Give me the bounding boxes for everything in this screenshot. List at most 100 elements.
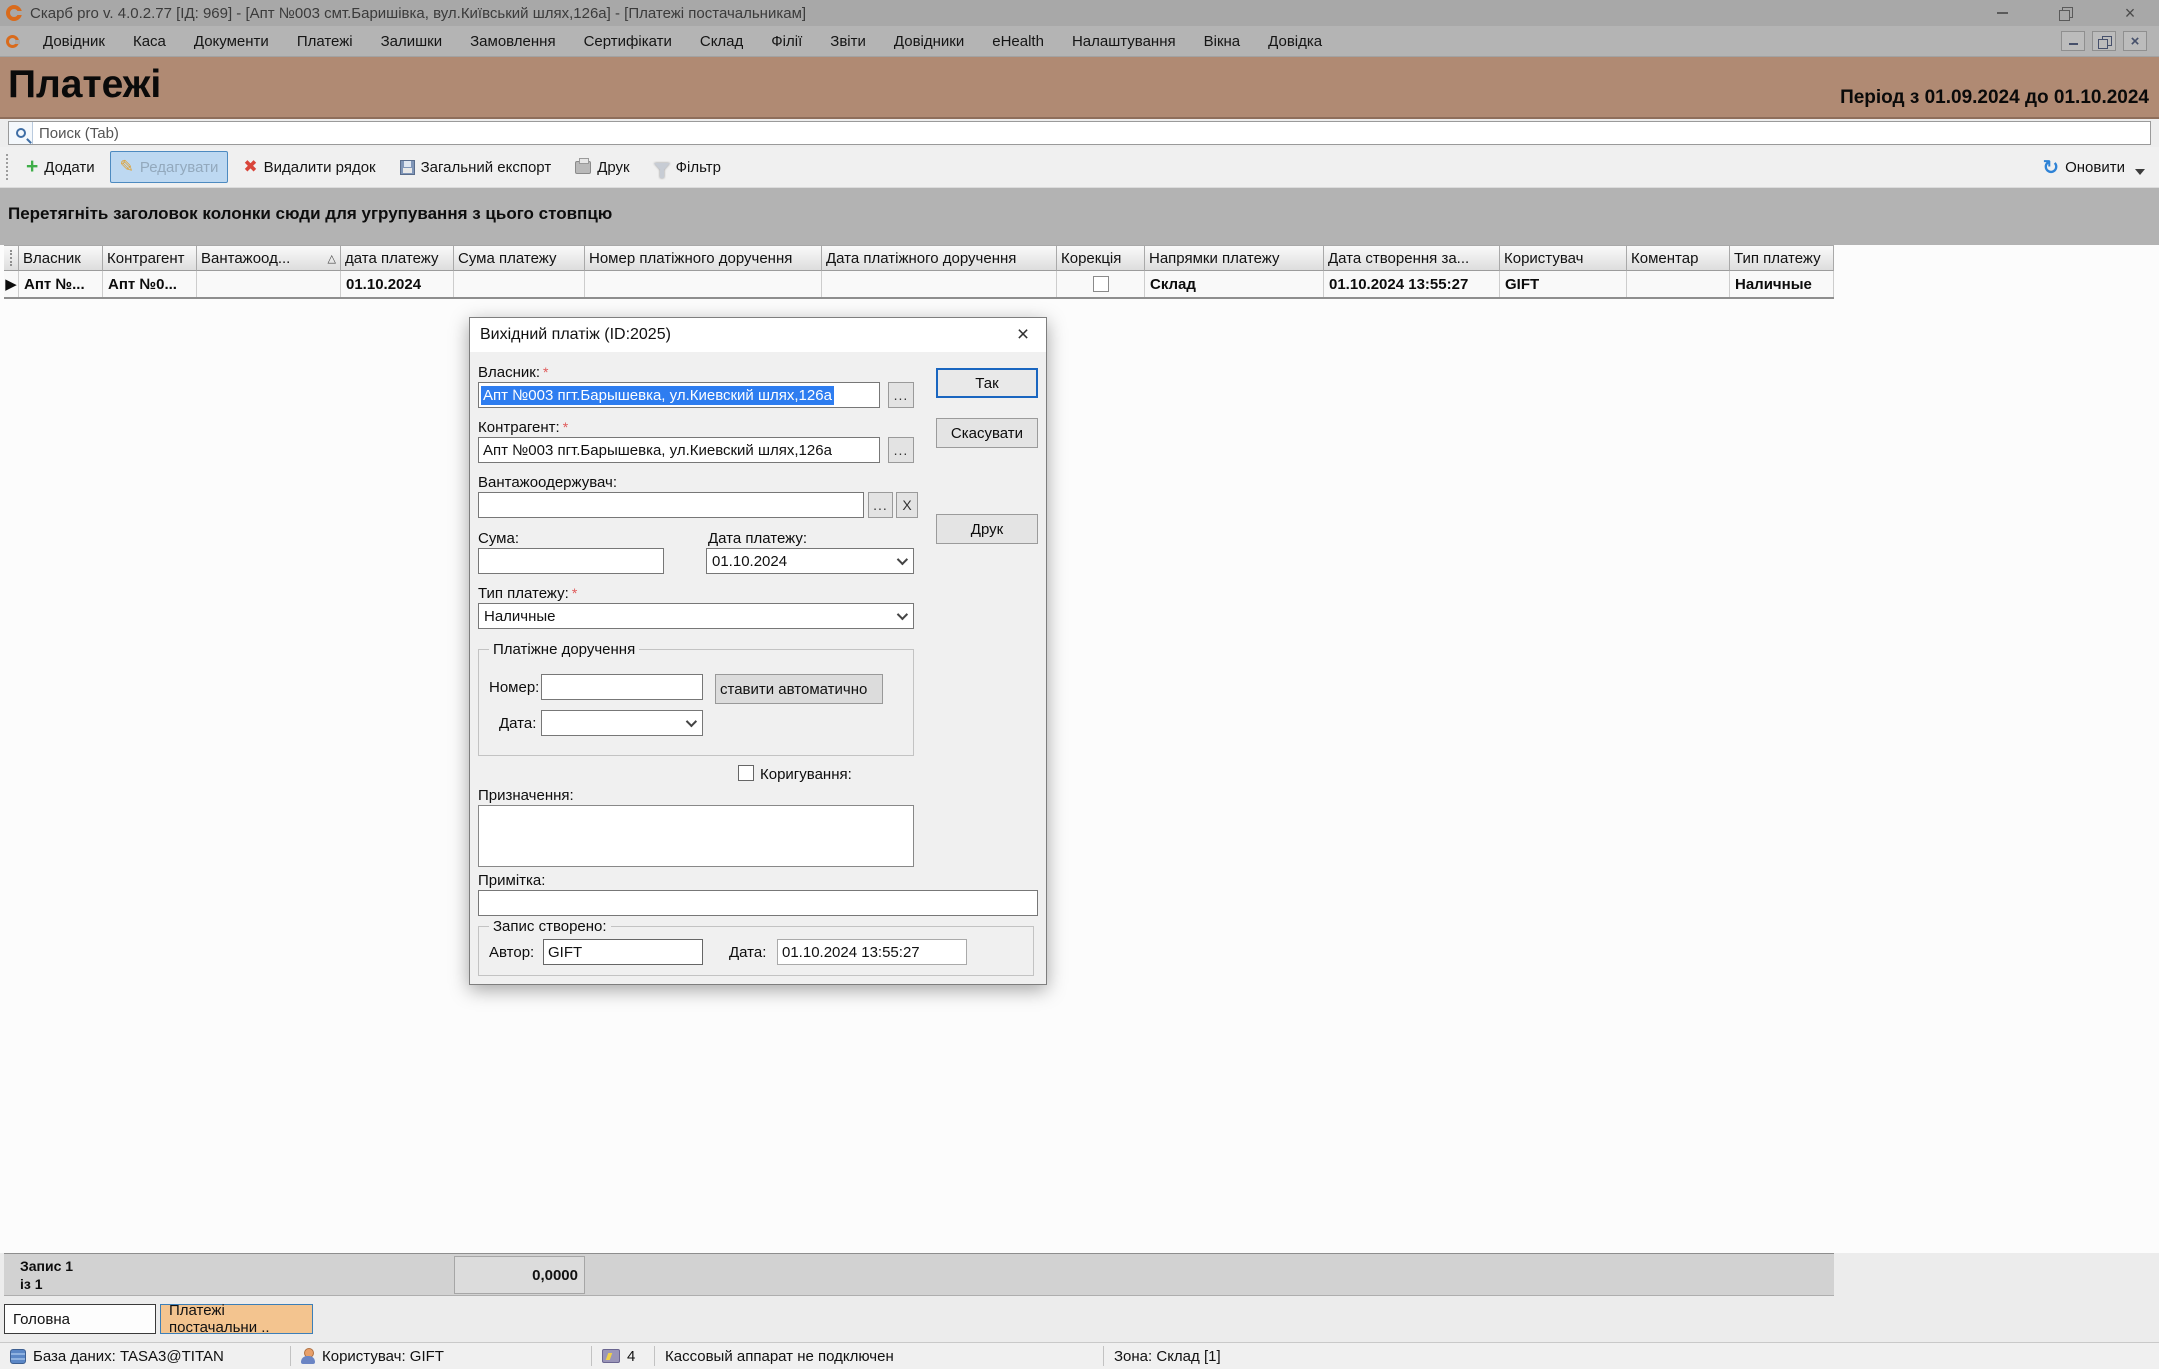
owner-browse-button[interactable]: ... bbox=[888, 382, 914, 408]
purpose-textarea[interactable] bbox=[478, 805, 914, 867]
tab-payments-suppliers[interactable]: Платежі постачальни .. bbox=[160, 1304, 313, 1334]
refresh-button[interactable]: ↻ Оновити bbox=[2042, 147, 2145, 188]
created-date-field[interactable] bbox=[777, 939, 967, 965]
dialog-title-bar[interactable]: Вихідний платіж (ID:2025) bbox=[470, 318, 1046, 352]
contractor-field[interactable] bbox=[478, 437, 880, 463]
contractor-label: Контрагент:* bbox=[478, 419, 568, 436]
column-header-pay-type[interactable]: Тип платежу bbox=[1730, 245, 1834, 271]
chevron-down-icon bbox=[686, 716, 697, 727]
column-header-consignee[interactable]: Вантажоод... △ bbox=[197, 245, 341, 271]
consignee-clear-button[interactable]: X bbox=[896, 492, 918, 518]
column-header-created[interactable]: Дата створення за... bbox=[1324, 245, 1500, 271]
cell-direction[interactable]: Склад bbox=[1145, 271, 1324, 297]
restore-icon[interactable] bbox=[2055, 4, 2077, 22]
menu-platezhi[interactable]: Платежі bbox=[283, 29, 367, 54]
cell-owner[interactable]: Апт №... bbox=[19, 271, 103, 297]
correction-checkbox[interactable] bbox=[1093, 276, 1109, 292]
cell-order-date[interactable] bbox=[822, 271, 1057, 297]
cell-comment[interactable] bbox=[1627, 271, 1730, 297]
order-number-field[interactable] bbox=[541, 674, 703, 700]
sum-field[interactable] bbox=[478, 548, 664, 574]
close-icon[interactable]: × bbox=[2119, 4, 2141, 22]
edit-button[interactable]: ✎ Редагувати bbox=[110, 151, 229, 183]
contractor-browse-button[interactable]: ... bbox=[888, 437, 914, 463]
cash-register-icon bbox=[602, 1349, 620, 1363]
menu-vikna[interactable]: Вікна bbox=[1190, 29, 1255, 54]
add-button[interactable]: + Додати bbox=[17, 154, 104, 181]
dialog-print-button[interactable]: Друк bbox=[936, 514, 1038, 544]
correction-dialog-checkbox[interactable] bbox=[738, 765, 754, 781]
record-count: Запис 1 із 1 bbox=[20, 1257, 73, 1293]
record-created-group: Запис створено: Автор: Дата: bbox=[478, 926, 1034, 976]
cell-created[interactable]: 01.10.2024 13:55:27 bbox=[1324, 271, 1500, 297]
column-header-correction[interactable]: Корекція bbox=[1057, 245, 1145, 271]
menu-dokumenty[interactable]: Документи bbox=[180, 29, 283, 54]
menu-filii[interactable]: Філії bbox=[757, 29, 816, 54]
menu-zalyshky[interactable]: Залишки bbox=[367, 29, 457, 54]
counter-label: 4 bbox=[627, 1348, 635, 1365]
period-label: Період з 01.09.2024 до 01.10.2024 bbox=[1840, 87, 2149, 109]
menu-kasa[interactable]: Каса bbox=[119, 29, 180, 54]
column-header-comment[interactable]: Коментар bbox=[1627, 245, 1730, 271]
pay-type-combo[interactable]: Наличные bbox=[478, 603, 914, 629]
cell-order-number[interactable] bbox=[585, 271, 822, 297]
column-header-owner[interactable]: Власник bbox=[19, 245, 103, 271]
order-date-combo[interactable] bbox=[541, 710, 703, 736]
table-row[interactable]: ▶ Апт №... Апт №0... 01.10.2024 Склад 01… bbox=[4, 271, 1834, 299]
delete-row-button[interactable]: ✖ Видалити рядок bbox=[234, 152, 384, 182]
cell-pay-type[interactable]: Наличные bbox=[1730, 271, 1834, 297]
menu-sklad[interactable]: Склад bbox=[686, 29, 757, 54]
search-input[interactable] bbox=[33, 125, 2150, 142]
cell-consignee[interactable] bbox=[197, 271, 341, 297]
cancel-button[interactable]: Скасувати bbox=[936, 418, 1038, 448]
pay-date-combo[interactable]: 01.10.2024 bbox=[706, 548, 914, 574]
column-header-pay-date[interactable]: дата платежу bbox=[341, 245, 454, 271]
print-button[interactable]: Друк bbox=[566, 154, 638, 181]
cell-correction[interactable] bbox=[1057, 271, 1145, 297]
ok-button[interactable]: Так bbox=[936, 368, 1038, 398]
cell-pay-date[interactable]: 01.10.2024 bbox=[341, 271, 454, 297]
menu-sertyfikaty[interactable]: Сертифікати bbox=[570, 29, 686, 54]
search-box[interactable] bbox=[8, 121, 2151, 145]
column-header-contractor[interactable]: Контрагент bbox=[103, 245, 197, 271]
note-field[interactable] bbox=[478, 890, 1038, 916]
menu-zamovlennia[interactable]: Замовлення bbox=[456, 29, 569, 54]
filter-button-label: Фільтр bbox=[676, 159, 721, 176]
filter-button[interactable]: Фільтр bbox=[645, 154, 730, 181]
owner-field[interactable]: Апт №003 пгт.Барышевка, ул.Киевский шлях… bbox=[478, 382, 880, 408]
child-restore-icon[interactable] bbox=[2092, 31, 2116, 51]
column-header-order-number[interactable]: Номер платіжного доручення bbox=[585, 245, 822, 271]
chevron-down-icon[interactable] bbox=[2135, 169, 2145, 175]
menu-dovidnyky[interactable]: Довідники bbox=[880, 29, 978, 54]
export-button[interactable]: Загальний експорт bbox=[391, 154, 561, 181]
search-icon[interactable] bbox=[9, 122, 33, 144]
menu-zvity[interactable]: Звіти bbox=[816, 29, 880, 54]
cell-contractor[interactable]: Апт №0... bbox=[103, 271, 197, 297]
required-icon: * bbox=[563, 419, 568, 435]
menu-ehealth[interactable]: eHealth bbox=[978, 29, 1058, 54]
owner-label-text: Власник: bbox=[478, 364, 540, 381]
consignee-browse-button[interactable]: ... bbox=[868, 492, 893, 518]
column-header-pay-sum[interactable]: Сума платежу bbox=[454, 245, 585, 271]
column-header-order-date[interactable]: Дата платіжного доручення bbox=[822, 245, 1057, 271]
content-background bbox=[0, 301, 2159, 1253]
cell-user[interactable]: GIFT bbox=[1500, 271, 1627, 297]
set-auto-button[interactable]: ставити автоматично bbox=[715, 674, 883, 704]
menu-dovidka[interactable]: Довідка bbox=[1254, 29, 1336, 54]
consignee-field[interactable] bbox=[478, 492, 864, 518]
database-label: База даних: TASA3@TITAN bbox=[33, 1348, 224, 1365]
child-close-icon[interactable]: × bbox=[2123, 31, 2147, 51]
child-minimize-icon[interactable] bbox=[2061, 31, 2085, 51]
column-header-user[interactable]: Користувач bbox=[1500, 245, 1627, 271]
minimize-icon[interactable] bbox=[1991, 4, 2013, 22]
author-field[interactable] bbox=[543, 939, 703, 965]
chevron-down-icon bbox=[897, 554, 908, 565]
tab-home[interactable]: Головна bbox=[4, 1304, 156, 1334]
printer-icon bbox=[575, 161, 591, 174]
dialog-close-icon[interactable]: × bbox=[1010, 322, 1036, 348]
menu-nalashtuvannia[interactable]: Налаштування bbox=[1058, 29, 1190, 54]
column-header-direction[interactable]: Напрямки платежу bbox=[1145, 245, 1324, 271]
user-icon bbox=[301, 1348, 315, 1364]
menu-dovidnyk[interactable]: Довідник bbox=[29, 29, 119, 54]
cell-pay-sum[interactable] bbox=[454, 271, 585, 297]
